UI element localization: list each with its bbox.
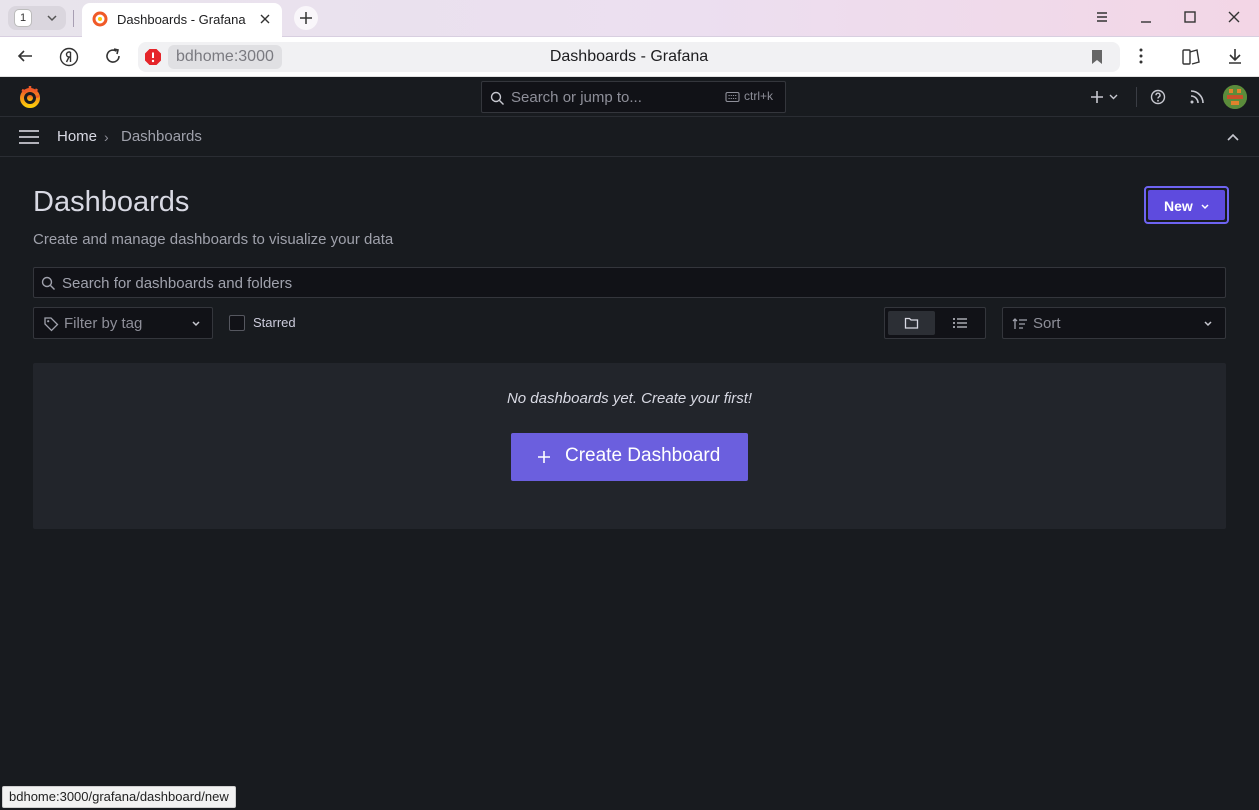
keyboard-icon: [725, 91, 740, 103]
browser-tab-grafana[interactable]: Dashboards - Grafana: [82, 3, 282, 37]
url-host: bdhome:3000: [168, 45, 282, 69]
chevron-down-icon: [1204, 321, 1212, 327]
tag-filter-select[interactable]: Filter by tag: [33, 307, 213, 339]
maximize-icon[interactable]: [1183, 10, 1197, 24]
breadcrumb-bar: Home › Dashboards: [0, 117, 1259, 157]
tag-icon: [44, 317, 59, 332]
tab-counter-button[interactable]: 1: [8, 6, 66, 30]
empty-state-panel: No dashboards yet. Create your first! Cr…: [33, 363, 1226, 529]
bookmark-icon[interactable]: [1090, 49, 1104, 65]
list-view-icon[interactable]: [952, 316, 968, 330]
starred-checkbox[interactable]: [229, 315, 245, 331]
chevron-up-icon[interactable]: [1226, 132, 1240, 142]
address-bar[interactable]: bdhome:3000 Dashboards - Grafana: [138, 42, 1120, 72]
back-arrow-icon[interactable]: [16, 47, 34, 65]
breadcrumb-current: Dashboards: [121, 128, 202, 145]
sort-placeholder: Sort: [1033, 315, 1061, 332]
tag-filter-placeholder: Filter by tag: [64, 315, 143, 332]
chevron-down-icon: [47, 15, 57, 22]
tab-divider: [73, 10, 74, 27]
browser-menu-icon[interactable]: [1095, 10, 1109, 24]
folder-icon: [904, 317, 919, 329]
new-tab-button[interactable]: [294, 6, 318, 30]
starred-label[interactable]: Starred: [253, 315, 296, 330]
create-dashboard-button[interactable]: Create Dashboard: [511, 433, 748, 481]
download-icon[interactable]: [1226, 47, 1244, 65]
collections-icon[interactable]: [1181, 47, 1201, 67]
topbar-divider: [1136, 87, 1137, 107]
link-status-bar: bdhome:3000/grafana/dashboard/new: [2, 786, 236, 808]
create-dashboard-label: Create Dashboard: [565, 445, 721, 466]
news-feed-icon[interactable]: [1189, 89, 1205, 105]
new-button-label: New: [1164, 198, 1193, 214]
avatar-pattern-icon: [1223, 85, 1247, 109]
close-window-icon[interactable]: [1227, 10, 1241, 24]
dashboard-search-placeholder: Search for dashboards and folders: [62, 275, 293, 292]
breadcrumb-home[interactable]: Home: [57, 128, 97, 145]
tab-title: Dashboards - Grafana: [117, 12, 246, 27]
search-icon: [490, 91, 504, 105]
plus-icon: [300, 12, 312, 24]
chevron-down-icon: [192, 321, 200, 327]
add-new-dropdown-icon[interactable]: [1089, 89, 1121, 105]
security-warning-icon[interactable]: [144, 48, 162, 66]
grafana-favicon-icon: [92, 11, 108, 27]
page-subtitle: Create and manage dashboards to visualiz…: [33, 231, 394, 248]
sort-select[interactable]: Sort: [1002, 307, 1226, 339]
page-title: Dashboards: [33, 186, 190, 218]
address-page-title: Dashboards - Grafana: [549, 48, 709, 65]
minimize-icon[interactable]: [1139, 10, 1153, 24]
browser-address-row: bdhome:3000 Dashboards - Grafana: [0, 37, 1259, 77]
global-search-input[interactable]: Search or jump to... ctrl+k: [481, 81, 786, 113]
search-shortcut: ctrl+k: [744, 89, 774, 103]
breadcrumb-separator: ›: [104, 129, 109, 145]
global-search-placeholder: Search or jump to...: [511, 89, 642, 106]
dashboard-search-input[interactable]: Search for dashboards and folders: [33, 267, 1226, 298]
empty-state-message: No dashboards yet. Create your first!: [506, 390, 753, 407]
view-mode-toggle: [884, 307, 986, 339]
new-dashboard-button[interactable]: New: [1144, 186, 1229, 224]
grafana-top-bar: Search or jump to... ctrl+k: [0, 77, 1259, 117]
close-tab-icon[interactable]: [259, 13, 271, 25]
browser-tab-strip: 1 Dashboards - Grafana: [0, 0, 1259, 37]
folder-view-button[interactable]: [888, 311, 935, 335]
more-options-icon[interactable]: [1133, 47, 1149, 65]
grafana-logo-icon[interactable]: [18, 85, 42, 109]
search-icon: [41, 276, 55, 290]
sort-icon: [1012, 318, 1027, 329]
user-avatar[interactable]: [1223, 85, 1247, 109]
plus-icon: [538, 451, 550, 463]
reload-icon[interactable]: [104, 47, 122, 65]
chevron-down-icon: [1201, 204, 1209, 210]
yandex-logo-icon[interactable]: [59, 47, 79, 67]
help-icon[interactable]: [1150, 89, 1166, 105]
tab-count: 1: [14, 9, 32, 27]
hamburger-menu-icon[interactable]: [19, 130, 39, 144]
